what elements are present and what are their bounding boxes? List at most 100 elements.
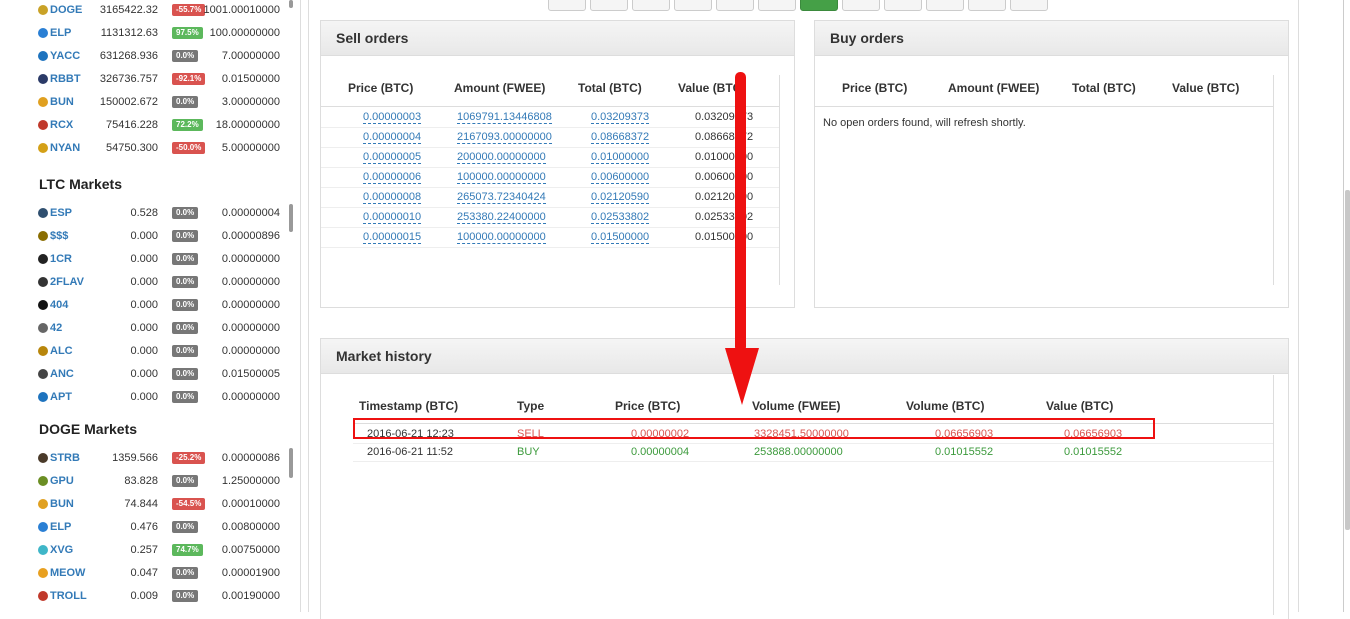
market-symbol[interactable]: BUN xyxy=(50,92,74,112)
page-button[interactable] xyxy=(548,0,586,11)
btc-market-row[interactable]: NYAN 54750.300 -50.0% 5.00000000 xyxy=(30,138,290,158)
doge-list-scrollbar[interactable] xyxy=(289,448,293,478)
market-symbol[interactable]: BUN xyxy=(50,494,74,514)
ltc-market-row[interactable]: 42 0.000 0.0% 0.00000000 xyxy=(30,318,290,338)
sell-total-link[interactable]: 0.02120590 xyxy=(591,191,650,204)
sell-price-link[interactable]: 0.00000005 xyxy=(363,151,422,164)
sell-total-link[interactable]: 0.01500000 xyxy=(591,231,650,244)
market-symbol[interactable]: ELP xyxy=(50,23,71,43)
sell-total-link[interactable]: 0.08668372 xyxy=(591,131,650,144)
market-change-badge: -54.5% xyxy=(172,498,206,510)
sell-total-link[interactable]: 0.00600000 xyxy=(591,171,650,184)
market-change-badge: 0.0% xyxy=(172,475,199,487)
doge-market-row[interactable]: MEOW 0.047 0.0% 0.00001900 xyxy=(30,563,290,583)
btc-list-scrollbar[interactable] xyxy=(289,0,293,8)
ltc-list-scrollbar[interactable] xyxy=(289,204,293,232)
doge-market-row[interactable]: BUN 74.844 -54.5% 0.00010000 xyxy=(30,494,290,514)
market-change-badge: -50.0% xyxy=(172,142,206,154)
btc-market-row[interactable]: DOGE 3165422.32 -55.7% 1001.00010000 xyxy=(30,0,290,20)
ltc-market-row[interactable]: 1CR 0.000 0.0% 0.00000000 xyxy=(30,249,290,269)
market-symbol[interactable]: TROLL xyxy=(50,586,87,606)
market-symbol[interactable]: ANC xyxy=(50,364,74,384)
sell-amount-link[interactable]: 1069791.13446808 xyxy=(457,111,552,124)
sell-price-link[interactable]: 0.00000015 xyxy=(363,231,422,244)
sell-total-link[interactable]: 0.02533802 xyxy=(591,211,650,224)
market-symbol[interactable]: $$$ xyxy=(50,226,68,246)
page-button[interactable] xyxy=(758,0,796,11)
market-symbol[interactable]: ESP xyxy=(50,203,72,223)
market-volume: 0.000 xyxy=(130,230,158,242)
sell-total-link[interactable]: 0.01000000 xyxy=(591,151,650,164)
sell-amount-link[interactable]: 265073.72340424 xyxy=(457,191,546,204)
market-symbol[interactable]: XVG xyxy=(50,540,73,560)
market-price: 0.00010000 xyxy=(221,498,280,510)
page-button[interactable] xyxy=(674,0,712,11)
market-symbol[interactable]: 404 xyxy=(50,295,68,315)
coin-icon xyxy=(38,28,48,38)
market-symbol[interactable]: MEOW xyxy=(50,563,85,583)
highlight-box xyxy=(353,418,1155,439)
ltc-market-row[interactable]: ALC 0.000 0.0% 0.00000000 xyxy=(30,341,290,361)
sell-amount-link[interactable]: 200000.00000000 xyxy=(457,151,546,164)
page-button[interactable] xyxy=(800,0,838,11)
page-button[interactable] xyxy=(884,0,922,11)
market-symbol[interactable]: 2FLAV xyxy=(50,272,84,292)
sell-col-value: Value (BTC) xyxy=(678,81,746,95)
sell-amount-link[interactable]: 2167093.00000000 xyxy=(457,131,552,144)
btc-market-row[interactable]: ELP 1131312.63 97.5% 100.00000000 xyxy=(30,23,290,43)
page-button[interactable] xyxy=(632,0,670,11)
ltc-market-list: ESP 0.528 0.0% 0.00000004 $$$ 0.000 0.0% 0.0000… xyxy=(30,203,292,408)
market-symbol[interactable]: YACC xyxy=(50,46,80,66)
btc-market-row[interactable]: BUN 150002.672 0.0% 3.00000000 xyxy=(30,92,290,112)
market-symbol[interactable]: 42 xyxy=(50,318,62,338)
market-symbol[interactable]: DOGE xyxy=(50,0,82,20)
sell-total-link[interactable]: 0.03209373 xyxy=(591,111,650,124)
sell-amount-link[interactable]: 100000.00000000 xyxy=(457,231,546,244)
ltc-market-row[interactable]: 2FLAV 0.000 0.0% 0.00000000 xyxy=(30,272,290,292)
doge-market-row[interactable]: GPU 83.828 0.0% 1.25000000 xyxy=(30,471,290,491)
sell-amount-link[interactable]: 253380.22400000 xyxy=(457,211,546,224)
sell-row-divider xyxy=(321,247,779,248)
sell-price-link[interactable]: 0.00000008 xyxy=(363,191,422,204)
doge-market-row[interactable]: TROLL 0.009 0.0% 0.00190000 xyxy=(30,586,290,606)
market-symbol[interactable]: APT xyxy=(50,387,72,407)
market-volume: 0.000 xyxy=(130,322,158,334)
ltc-market-row[interactable]: ESP 0.528 0.0% 0.00000004 xyxy=(30,203,290,223)
market-symbol[interactable]: ALC xyxy=(50,341,73,361)
page-button[interactable] xyxy=(842,0,880,11)
history-scrollbar[interactable] xyxy=(1273,375,1274,615)
page-button[interactable] xyxy=(590,0,628,11)
page-button[interactable] xyxy=(716,0,754,11)
buy-orders-scrollbar[interactable] xyxy=(1273,75,1274,285)
sell-price-link[interactable]: 0.00000003 xyxy=(363,111,422,124)
ltc-market-row[interactable]: $$$ 0.000 0.0% 0.00000896 xyxy=(30,226,290,246)
page-button[interactable] xyxy=(968,0,1006,11)
btc-market-row[interactable]: RBBT 326736.757 -92.1% 0.01500000 xyxy=(30,69,290,89)
sell-orders-scrollbar[interactable] xyxy=(779,75,780,285)
sell-amount-link[interactable]: 100000.00000000 xyxy=(457,171,546,184)
doge-market-row[interactable]: XVG 0.257 74.7% 0.00750000 xyxy=(30,540,290,560)
market-symbol[interactable]: NYAN xyxy=(50,138,80,158)
market-symbol[interactable]: STRB xyxy=(50,448,80,468)
doge-market-row[interactable]: ELP 0.476 0.0% 0.00800000 xyxy=(30,517,290,537)
market-symbol[interactable]: RBBT xyxy=(50,69,81,89)
market-symbol[interactable]: 1CR xyxy=(50,249,72,269)
market-symbol[interactable]: ELP xyxy=(50,517,71,537)
btc-market-row[interactable]: YACC 631268.936 0.0% 7.00000000 xyxy=(30,46,290,66)
ltc-market-row[interactable]: 404 0.000 0.0% 0.00000000 xyxy=(30,295,290,315)
sell-price-link[interactable]: 0.00000010 xyxy=(363,211,422,224)
history-col-type: Type xyxy=(517,399,545,413)
market-symbol[interactable]: RCX xyxy=(50,115,73,135)
page-button[interactable] xyxy=(926,0,964,11)
sell-price-link[interactable]: 0.00000006 xyxy=(363,171,422,184)
sell-value: 0.01000000 xyxy=(695,151,754,163)
btc-market-row[interactable]: RCX 75416.228 72.2% 18.00000000 xyxy=(30,115,290,135)
sell-price-link[interactable]: 0.00000004 xyxy=(363,131,422,144)
ltc-market-row[interactable]: ANC 0.000 0.0% 0.01500005 xyxy=(30,364,290,384)
page-button[interactable] xyxy=(1010,0,1048,11)
history-row-divider xyxy=(353,443,1273,444)
market-symbol[interactable]: GPU xyxy=(50,471,74,491)
page-scrollbar[interactable] xyxy=(1345,190,1350,530)
doge-market-row[interactable]: STRB 1359.566 -25.2% 0.00000086 xyxy=(30,448,290,468)
ltc-market-row[interactable]: APT 0.000 0.0% 0.00000000 xyxy=(30,387,290,407)
